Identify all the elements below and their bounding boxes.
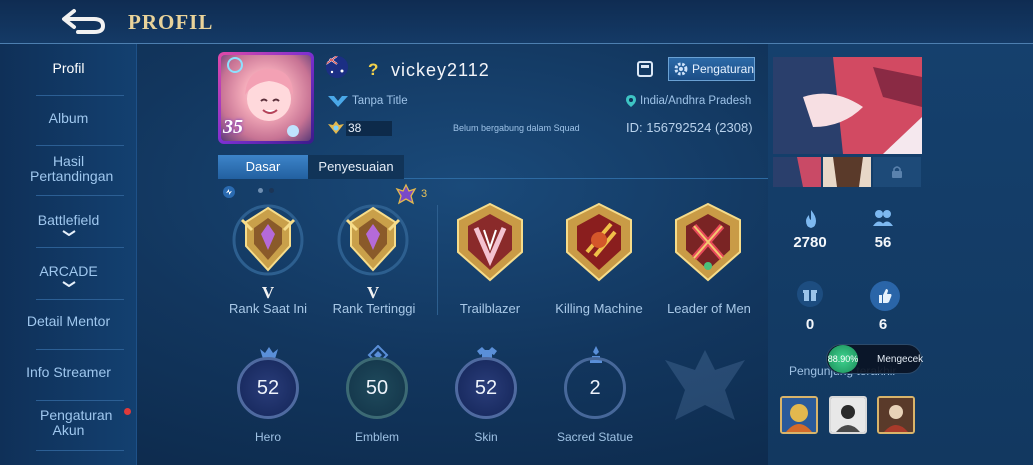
stat-label: Sacred Statue (556, 430, 634, 444)
leader-of-men-medal-icon[interactable] (668, 200, 748, 285)
killing-machine-medal-icon[interactable] (559, 200, 639, 285)
divider (36, 247, 124, 248)
avatar[interactable]: 35 (218, 52, 314, 144)
gift-count: 0 (805, 316, 815, 333)
chevron-down-icon (61, 281, 76, 287)
divider (36, 195, 124, 196)
avatar-level-badge: 35 (223, 116, 243, 138)
id-value: 156792524 (646, 120, 712, 135)
id-label: ID: (626, 120, 643, 135)
flag-icon (326, 56, 348, 78)
visitor-avatar[interactable] (780, 396, 818, 434)
star-count: 3 (421, 188, 428, 200)
page-title: PROFIL (128, 10, 214, 34)
visitor-avatar[interactable] (877, 396, 915, 434)
gear-icon (674, 62, 688, 76)
sidebar-item-label: Pengaturan Akun (40, 407, 113, 438)
sacred-statue-count[interactable]: 2 (564, 357, 626, 419)
tab-dasar[interactable]: Dasar (218, 155, 308, 179)
rank-current-label: Rank Saat Ini (228, 301, 308, 316)
title-emblem-icon (328, 96, 348, 107)
sidebar-item-detail-mentor[interactable]: Detail Mentor (0, 314, 137, 329)
chevron-down-icon (61, 230, 76, 236)
profile-title: Tanpa Title (352, 95, 408, 107)
sidebar-item-label: Hasil Pertandingan (30, 153, 114, 184)
divider (36, 400, 124, 401)
rank-highest-tier: V (366, 283, 380, 302)
divider (36, 95, 124, 96)
sidebar-item-hasil-pertandingan[interactable]: Hasil Pertandingan (0, 154, 137, 184)
page-dot (258, 188, 263, 193)
sidebar-item-battlefield[interactable]: Battlefield (0, 213, 137, 236)
album-slot-locked[interactable] (873, 157, 921, 187)
rank-highest-emblem-icon (337, 204, 409, 276)
check-percent: 88.90% (828, 345, 858, 373)
visitor-avatar[interactable] (829, 396, 867, 434)
sidebar: Profil Album Hasil Pertandingan Battlefi… (0, 44, 137, 465)
stat-label: Emblem (354, 430, 399, 444)
album-thumb-1[interactable] (773, 157, 821, 187)
unknown-status-icon: ? (368, 60, 379, 79)
location-pin-icon (626, 95, 636, 107)
hero-count[interactable]: 52 (237, 357, 299, 419)
gift-icon[interactable] (797, 281, 823, 307)
sidebar-item-pengaturan-akun[interactable]: Pengaturan Akun (0, 408, 137, 438)
divider (36, 299, 124, 300)
sidebar-item-arcade[interactable]: ARCADE (0, 264, 137, 287)
sidebar-item-label: Detail Mentor (26, 313, 111, 329)
sidebar-item-album[interactable]: Album (0, 111, 137, 126)
sidebar-item-label: ARCADE (39, 263, 98, 279)
divider (36, 145, 124, 146)
sidebar-item-label: Album (48, 110, 89, 126)
divider (36, 349, 124, 350)
checking-indicator: 88.90% Mengecek (826, 344, 924, 374)
divider (437, 205, 438, 315)
watermark-emblem-icon (665, 350, 745, 420)
header-bar: PROFIL (0, 0, 1033, 44)
location-text: India/Andhra Pradesh (640, 95, 752, 107)
popularity-count: 2780 (793, 234, 827, 251)
cover-image[interactable] (773, 57, 922, 154)
server-id: (2308) (714, 120, 753, 135)
settings-label: Pengaturan (691, 62, 754, 76)
rank-mode-icon (223, 186, 235, 198)
tab-bar: Dasar Penyesuaian (218, 155, 768, 179)
player-id: ID: 156792524 (2308) (626, 120, 753, 135)
sidebar-item-label: Info Streamer (26, 364, 111, 380)
stat-label: Skin (474, 430, 498, 444)
settings-button[interactable]: Pengaturan (668, 57, 755, 81)
trailblazer-medal-icon[interactable] (450, 200, 530, 285)
stat-label: Hero (254, 430, 281, 444)
back-arrow-icon[interactable] (58, 6, 108, 36)
username: vickey2112 (391, 60, 490, 80)
skin-count[interactable]: 52 (455, 357, 517, 419)
check-label: Mengecek (877, 354, 924, 365)
popularity-fire-icon (800, 208, 822, 230)
squad-status: Belum bergabung dalam Squad (453, 123, 580, 133)
divider (36, 450, 124, 451)
followers-icon (872, 208, 894, 230)
rank-highest-label: Rank Tertinggi (332, 301, 416, 316)
share-card-icon[interactable] (636, 59, 656, 79)
rank-current-tier: V (261, 283, 275, 302)
lock-icon (892, 166, 902, 178)
notification-dot (124, 408, 131, 415)
account-level: 38 (346, 121, 392, 136)
achievement-label: Killing Machine (555, 301, 643, 316)
like-count: 6 (878, 316, 888, 333)
tab-penyesuaian[interactable]: Penyesuaian (308, 155, 404, 179)
level-wings-icon (328, 121, 344, 134)
achievement-label: Leader of Men (667, 301, 751, 316)
sidebar-item-label: Profil (52, 60, 85, 76)
sidebar-item-info-streamer[interactable]: Info Streamer (0, 365, 137, 380)
album-thumb-2[interactable] (823, 157, 871, 187)
followers-count: 56 (874, 234, 892, 251)
emblem-count[interactable]: 50 (346, 357, 408, 419)
page-dot (269, 188, 274, 193)
sidebar-item-label: Battlefield (37, 212, 100, 228)
like-icon[interactable] (870, 281, 900, 311)
rank-current-emblem-icon (232, 204, 304, 276)
sidebar-item-profil[interactable]: Profil (0, 61, 137, 76)
achievement-label: Trailblazer (459, 301, 521, 316)
